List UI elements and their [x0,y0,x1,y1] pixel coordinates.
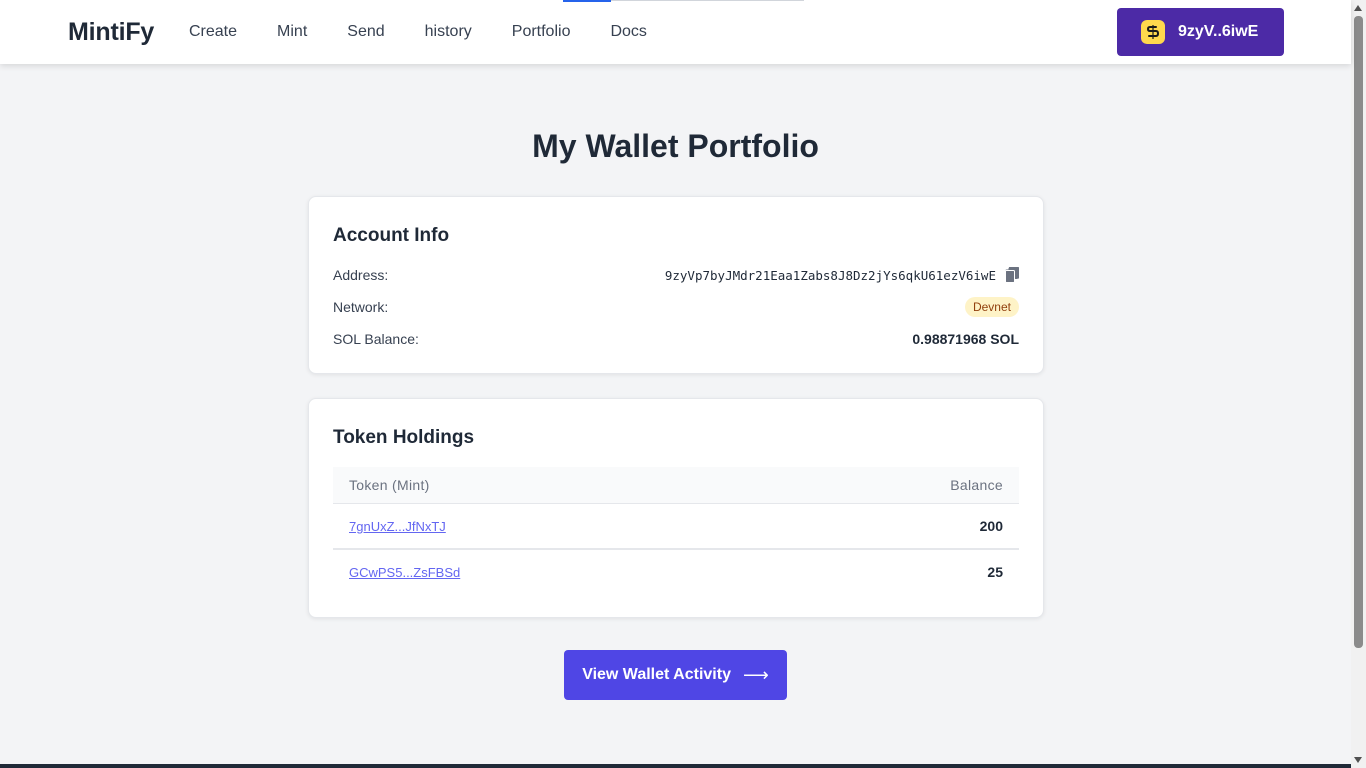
network-badge: Devnet [964,297,1019,317]
scroll-down-arrow-icon[interactable] [1354,757,1362,763]
token-balance: 25 [987,564,1003,580]
network-label: Network: [333,299,389,315]
brand-logo[interactable]: MintiFy [68,18,154,47]
scroll-thumb[interactable] [1354,16,1363,648]
nav-link-create[interactable]: Create [189,22,237,42]
address-label: Address: [333,267,389,283]
nav-links: Create Mint Send history Portfolio Docs [189,22,687,42]
token-table-header: Token (Mint) Balance [333,467,1019,504]
copy-icon[interactable] [1005,266,1020,283]
address-value: 9zyVp7byJMdr21Eaa1Zabs8J8Dz2jYs6qkU61ezV… [664,267,996,283]
sol-balance-value: 0.98871968 SOL [912,331,1019,347]
token-mint-link[interactable]: GCwPS5...ZsFBSd [349,565,460,580]
arrow-right-icon: ⟶ [742,665,769,685]
token-holdings-title: Token Holdings [333,427,475,448]
scroll-up-arrow-icon[interactable] [1354,5,1362,11]
nav-link-portfolio[interactable]: Portfolio [512,22,571,42]
sol-balance-label: SOL Balance: [333,331,419,347]
view-wallet-activity-label: View Wallet Activity [582,666,731,683]
view-wallet-activity-button[interactable]: View Wallet Activity ⟶ [564,650,787,700]
network-row: Network: Devnet [333,296,1019,318]
token-mint-link[interactable]: 7gnUxZ...JfNxTJ [349,519,446,534]
column-header-token: Token (Mint) [349,477,430,493]
table-row: 7gnUxZ...JfNxTJ 200 [333,504,1019,549]
column-header-balance: Balance [950,477,1003,493]
solflare-icon [1141,20,1165,44]
table-row: GCwPS5...ZsFBSd 25 [333,549,1019,594]
nav-link-mint[interactable]: Mint [277,22,307,42]
token-holdings-card: Token Holdings Token (Mint) Balance 7gnU… [308,398,1044,618]
account-info-card: Account Info Address: 9zyVp7byJMdr21Eaa1… [308,196,1044,374]
token-table: Token (Mint) Balance 7gnUxZ...JfNxTJ 200… [333,467,1019,594]
wallet-address-short: 9zyV..6iwE [1178,23,1259,40]
nav-link-send[interactable]: Send [347,22,384,42]
address-wrap: 9zyVp7byJMdr21Eaa1Zabs8J8Dz2jYs6qkU61ezV… [664,266,1020,283]
nav-link-docs[interactable]: Docs [610,22,646,42]
top-navbar: MintiFy Create Mint Send history Portfol… [0,0,1351,64]
wallet-connect-button[interactable]: 9zyV..6iwE [1117,8,1284,56]
vertical-scrollbar[interactable] [1351,0,1366,768]
token-balance: 200 [979,518,1003,534]
bottom-edge-bar [0,764,1351,768]
nav-link-history[interactable]: history [425,22,472,42]
address-row: Address: 9zyVp7byJMdr21Eaa1Zabs8J8Dz2jYs… [333,264,1020,286]
sol-balance-row: SOL Balance: 0.98871968 SOL [333,328,1019,350]
page-title: My Wallet Portfolio [532,128,819,164]
account-info-title: Account Info [333,225,450,246]
nav-active-indicator [563,0,611,2]
